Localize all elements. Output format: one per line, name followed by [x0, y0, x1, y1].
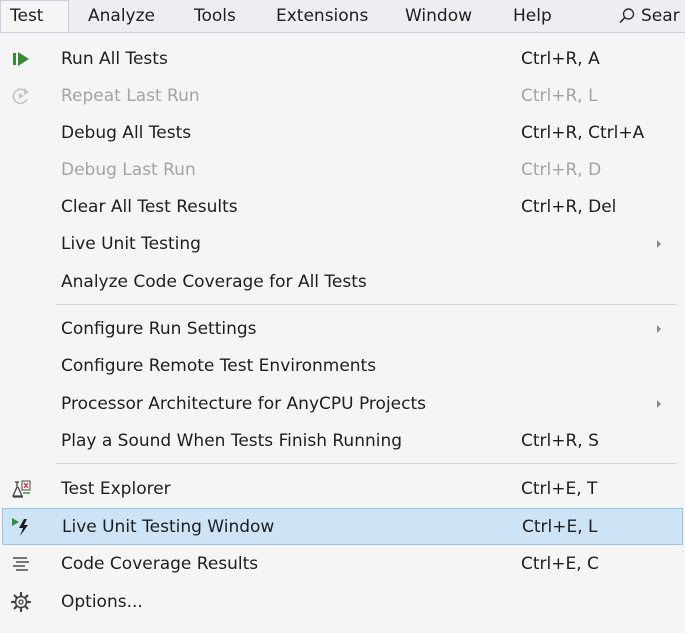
menu-item-label: Options... — [61, 592, 143, 612]
menu-separator — [56, 304, 677, 305]
menu-item-code-coverage-results[interactable]: Code Coverage Results Ctrl+E, C — [2, 546, 683, 583]
menu-item-shortcut: Ctrl+R, S — [521, 431, 599, 451]
menu-tools[interactable]: Tools — [194, 0, 236, 33]
menu-item-label: Configure Remote Test Environments — [61, 356, 377, 376]
menu-separator — [56, 463, 677, 464]
menu-item-debug-last-run: Debug Last Run Ctrl+R, D — [2, 152, 683, 189]
search-label[interactable]: Sear — [641, 0, 680, 33]
menu-item-label: Play a Sound When Tests Finish Running — [61, 431, 403, 451]
menu-item-label: Run All Tests — [61, 49, 168, 69]
menu-item-shortcut: Ctrl+R, A — [521, 49, 600, 69]
menu-item-shortcut: Ctrl+E, C — [521, 554, 599, 574]
submenu-arrow-icon — [657, 325, 661, 333]
menu-item-clear-all-test-results[interactable]: Clear All Test Results Ctrl+R, Del — [2, 189, 683, 226]
code-coverage-icon — [13, 557, 29, 571]
repeat-icon — [12, 88, 29, 105]
submenu-arrow-icon — [657, 240, 661, 248]
menu-item-configure-run-settings[interactable]: Configure Run Settings — [2, 311, 683, 348]
menu-item-shortcut: Ctrl+R, Del — [521, 197, 617, 217]
menu-bar: Test Analyze Tools Extensions Window Hel… — [0, 0, 685, 33]
menu-item-test-explorer[interactable]: Test Explorer Ctrl+E, T — [2, 471, 683, 508]
menu-item-shortcut: Ctrl+R, D — [521, 160, 602, 180]
search-icon[interactable] — [618, 7, 636, 25]
menu-item-shortcut: Ctrl+R, L — [521, 86, 598, 106]
test-menu-dropdown: Run All Tests Ctrl+R, A Repeat Last Run … — [0, 32, 685, 633]
menu-item-label: Live Unit Testing Window — [62, 517, 275, 537]
menu-item-shortcut: Ctrl+R, Ctrl+A — [521, 123, 645, 143]
menu-item-label: Repeat Last Run — [61, 86, 200, 106]
menu-item-live-unit-testing-window[interactable]: Live Unit Testing Window Ctrl+E, L — [2, 508, 683, 545]
menu-item-processor-architecture[interactable]: Processor Architecture for AnyCPU Projec… — [2, 386, 683, 423]
menu-analyze[interactable]: Analyze — [88, 0, 155, 33]
gear-icon — [10, 591, 32, 613]
menu-item-debug-all-tests[interactable]: Debug All Tests Ctrl+R, Ctrl+A — [2, 115, 683, 152]
menu-item-options[interactable]: Options... — [2, 584, 683, 621]
menu-item-shortcut: Ctrl+E, T — [521, 479, 598, 499]
menu-item-label: Live Unit Testing — [61, 234, 201, 254]
menu-item-play-a-sound[interactable]: Play a Sound When Tests Finish Running C… — [2, 423, 683, 460]
menu-item-run-all-tests[interactable]: Run All Tests Ctrl+R, A — [2, 41, 683, 78]
menu-item-label: Debug All Tests — [61, 123, 192, 143]
menu-item-shortcut: Ctrl+E, L — [522, 517, 598, 537]
menu-item-label: Code Coverage Results — [61, 554, 259, 574]
menu-window[interactable]: Window — [405, 0, 472, 33]
menu-item-label: Clear All Test Results — [61, 197, 238, 217]
live-unit-testing-icon — [12, 518, 28, 536]
menu-item-label: Analyze Code Coverage for All Tests — [61, 272, 367, 292]
menu-test[interactable]: Test — [0, 0, 69, 33]
menu-help[interactable]: Help — [513, 0, 552, 33]
menu-item-label: Processor Architecture for AnyCPU Projec… — [61, 394, 426, 414]
menu-item-analyze-code-coverage[interactable]: Analyze Code Coverage for All Tests — [2, 264, 683, 301]
test-explorer-icon — [11, 480, 31, 498]
menu-extensions[interactable]: Extensions — [276, 0, 368, 33]
submenu-arrow-icon — [657, 400, 661, 408]
menu-item-configure-remote-test-environments[interactable]: Configure Remote Test Environments — [2, 348, 683, 385]
menu-item-repeat-last-run: Repeat Last Run Ctrl+R, L — [2, 78, 683, 115]
menu-item-label: Configure Run Settings — [61, 319, 257, 339]
run-all-tests-icon — [13, 52, 29, 66]
menu-item-label: Test Explorer — [61, 479, 171, 499]
menu-item-label: Debug Last Run — [61, 160, 196, 180]
menu-item-live-unit-testing[interactable]: Live Unit Testing — [2, 226, 683, 263]
